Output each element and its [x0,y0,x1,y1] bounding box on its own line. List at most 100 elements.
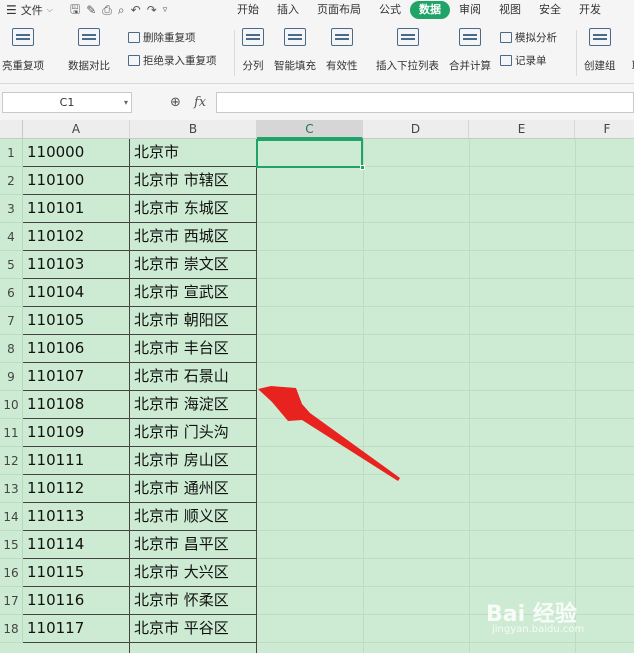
tab-0[interactable]: 开始 [228,1,268,19]
tab-7[interactable]: 安全 [530,1,570,19]
cell-b[interactable]: 北京市 崇文区 [130,251,257,279]
cell-a[interactable]: 110108 [23,391,130,419]
row-header[interactable]: 10 [0,391,23,419]
cell-b[interactable]: 北京市 石景山 [130,363,257,391]
insert-dropdown-button[interactable]: 插入下拉列表 [376,28,439,73]
row-header[interactable]: 7 [0,307,23,335]
cell-a[interactable]: 110101 [23,195,130,223]
tab-8[interactable]: 开发 [570,1,610,19]
cell-a[interactable]: 110112 [23,475,130,503]
cell-a[interactable]: 110113 [23,503,130,531]
row-header[interactable]: 1 [0,139,23,167]
row-header[interactable]: 16 [0,559,23,587]
formula-input[interactable] [216,92,634,113]
column-header-d[interactable]: D [363,120,469,139]
cell-a[interactable]: 110106 [23,335,130,363]
redo-icon[interactable]: ↷ [147,3,157,17]
tab-1[interactable]: 插入 [268,1,308,19]
cancel-group-button[interactable]: 取 [626,28,634,73]
merge-calc-button[interactable]: 合并计算 [449,28,491,73]
row-header[interactable]: 15 [0,531,23,559]
row-header[interactable]: 12 [0,447,23,475]
cell-a[interactable]: 110116 [23,587,130,615]
cell-a[interactable] [23,643,130,653]
cell-b[interactable]: 北京市 西城区 [130,223,257,251]
cell-b[interactable]: 北京市 [130,139,257,167]
create-group-button[interactable]: 创建组 [584,28,616,73]
cell-b[interactable]: 北京市 昌平区 [130,531,257,559]
cell-a[interactable]: 110104 [23,279,130,307]
row-header[interactable]: 11 [0,419,23,447]
cell-a[interactable]: 110100 [23,167,130,195]
cell-b[interactable]: 北京市 怀柔区 [130,587,257,615]
selected-cell-c1[interactable] [256,139,365,170]
print-icon[interactable]: ⎙ [102,3,112,18]
select-all-corner[interactable] [0,120,23,139]
undo-icon[interactable]: ↶ [131,3,141,17]
cell-a[interactable]: 110114 [23,531,130,559]
row-header[interactable]: 8 [0,335,23,363]
row-header[interactable]: 2 [0,167,23,195]
row-header[interactable]: 4 [0,223,23,251]
cell-a[interactable]: 110000 [23,139,130,167]
row-header[interactable]: 6 [0,279,23,307]
cell-a[interactable]: 110109 [23,419,130,447]
column-header-e[interactable]: E [469,120,575,139]
column-header-f[interactable]: F [575,120,634,139]
save-icon[interactable]: 🖫 [70,0,80,20]
spreadsheet-grid[interactable]: A B C D E F 1 110000 北京市 2 110100 北京市 市辖区 3 110101 北京市… [0,120,634,653]
sim-analysis-button[interactable]: 模拟分析 [500,30,557,45]
column-header-a[interactable]: A [23,120,130,139]
name-box[interactable]: C1 ▾ [2,92,132,113]
smart-fill-button[interactable]: 智能填充 [274,28,316,73]
customize-icon[interactable]: ▿ [163,5,168,15]
cell-a[interactable]: 110115 [23,559,130,587]
format-painter-icon[interactable]: ✎ [86,3,96,17]
tab-2[interactable]: 页面布局 [308,1,370,19]
tab-5[interactable]: 审阅 [450,1,490,19]
cell-b[interactable]: 北京市 通州区 [130,475,257,503]
cell-b[interactable] [130,643,257,653]
column-header-c[interactable]: C [257,120,363,139]
record-form-button[interactable]: 记录单 [500,53,547,68]
cell-b[interactable]: 北京市 大兴区 [130,559,257,587]
row-header[interactable]: 13 [0,475,23,503]
row-header[interactable]: 5 [0,251,23,279]
cell-b[interactable]: 北京市 平谷区 [130,615,257,643]
data-compare-button[interactable]: 数据对比 [68,28,110,73]
tab-3[interactable]: 公式 [370,1,410,19]
cell-a[interactable]: 110107 [23,363,130,391]
row-header[interactable]: 14 [0,503,23,531]
cell-b[interactable]: 北京市 朝阳区 [130,307,257,335]
row-header[interactable]: 18 [0,615,23,643]
fill-handle[interactable] [360,165,365,170]
cell-b[interactable]: 北京市 市辖区 [130,167,257,195]
highlight-duplicates-button[interactable]: 亮重复项 [2,28,44,73]
file-menu[interactable]: ☰ 文件 ⌵ [0,2,66,18]
chevron-down-icon[interactable]: ▾ [124,93,128,112]
delete-duplicates-button[interactable]: 删除重复项 [128,30,196,45]
cell-b[interactable]: 北京市 东城区 [130,195,257,223]
cell-b[interactable]: 北京市 房山区 [130,447,257,475]
validity-button[interactable]: 有效性 [326,28,358,73]
cell-b[interactable]: 北京市 丰台区 [130,335,257,363]
column-header-b[interactable]: B [130,120,257,139]
cell-b[interactable]: 北京市 门头沟 [130,419,257,447]
cell-a[interactable]: 110102 [23,223,130,251]
cell-b[interactable]: 北京市 宣武区 [130,279,257,307]
cell-a[interactable]: 110103 [23,251,130,279]
row-header[interactable]: 9 [0,363,23,391]
fx-icon[interactable]: fx [194,95,206,110]
row-header[interactable]: 17 [0,587,23,615]
cell-a[interactable]: 110111 [23,447,130,475]
tab-6[interactable]: 视图 [490,1,530,19]
reject-duplicates-button[interactable]: 拒绝录入重复项 [128,53,217,68]
cell-b[interactable]: 北京市 海淀区 [130,391,257,419]
split-button[interactable]: 分列 [242,28,264,73]
print-preview-icon[interactable]: ⌕ [118,3,125,18]
zoom-icon[interactable]: ⊕ [170,95,181,110]
cell-a[interactable]: 110105 [23,307,130,335]
row-header[interactable]: 3 [0,195,23,223]
tab-4[interactable]: 数据 [410,1,450,19]
cell-b[interactable]: 北京市 顺义区 [130,503,257,531]
